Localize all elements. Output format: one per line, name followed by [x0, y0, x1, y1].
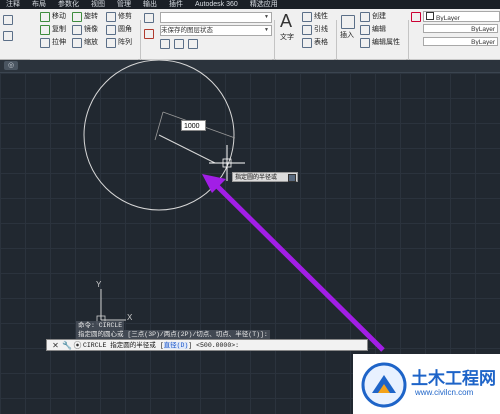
- command-prompt-icon[interactable]: ⦿: [73, 341, 82, 350]
- tooltip-text: 指定圆的半径或: [235, 175, 278, 181]
- command-line[interactable]: ✕ 🔧 ⦿ CIRCLE 指定圆的半径或 [直径(D)] <500.0000>:: [46, 339, 368, 351]
- ucs-x-label: X: [127, 313, 133, 322]
- dynamic-prompt-tooltip: 指定圆的半径或: [232, 172, 298, 182]
- watermark-title: 土木工程网: [411, 369, 496, 388]
- command-history-line: 指定圆的圆心或 [三点(3P)/两点(2P)/切点、切点、半径(T)]:: [76, 330, 270, 339]
- watermark-url: www.civilcn.com: [415, 388, 474, 397]
- close-icon[interactable]: ✕: [51, 341, 60, 350]
- command-default-value: ] <500.0000>:: [188, 342, 240, 349]
- options-down-icon[interactable]: [288, 174, 296, 182]
- command-prompt-text: CIRCLE 指定圆的半径或 [: [83, 342, 164, 349]
- annotation-arrow-shaft: [210, 179, 385, 352]
- command-history-line: 命令: CIRCLE: [76, 321, 125, 330]
- ucs-y-label: Y: [96, 280, 102, 289]
- watermark: 土木工程网 www.civilcn.com: [353, 354, 500, 414]
- watermark-logo-icon: [361, 362, 407, 408]
- dimension-extension-line: [154, 111, 164, 141]
- command-input[interactable]: CIRCLE 指定圆的半径或 [直径(D)] <500.0000>:: [83, 340, 239, 351]
- diameter-option[interactable]: 直径(D): [163, 342, 189, 349]
- wrench-icon[interactable]: 🔧: [62, 341, 72, 350]
- radius-rubberband: [158, 134, 216, 164]
- dynamic-input-radius[interactable]: 1000: [181, 120, 206, 131]
- drawing-overlay: [83, 59, 385, 352]
